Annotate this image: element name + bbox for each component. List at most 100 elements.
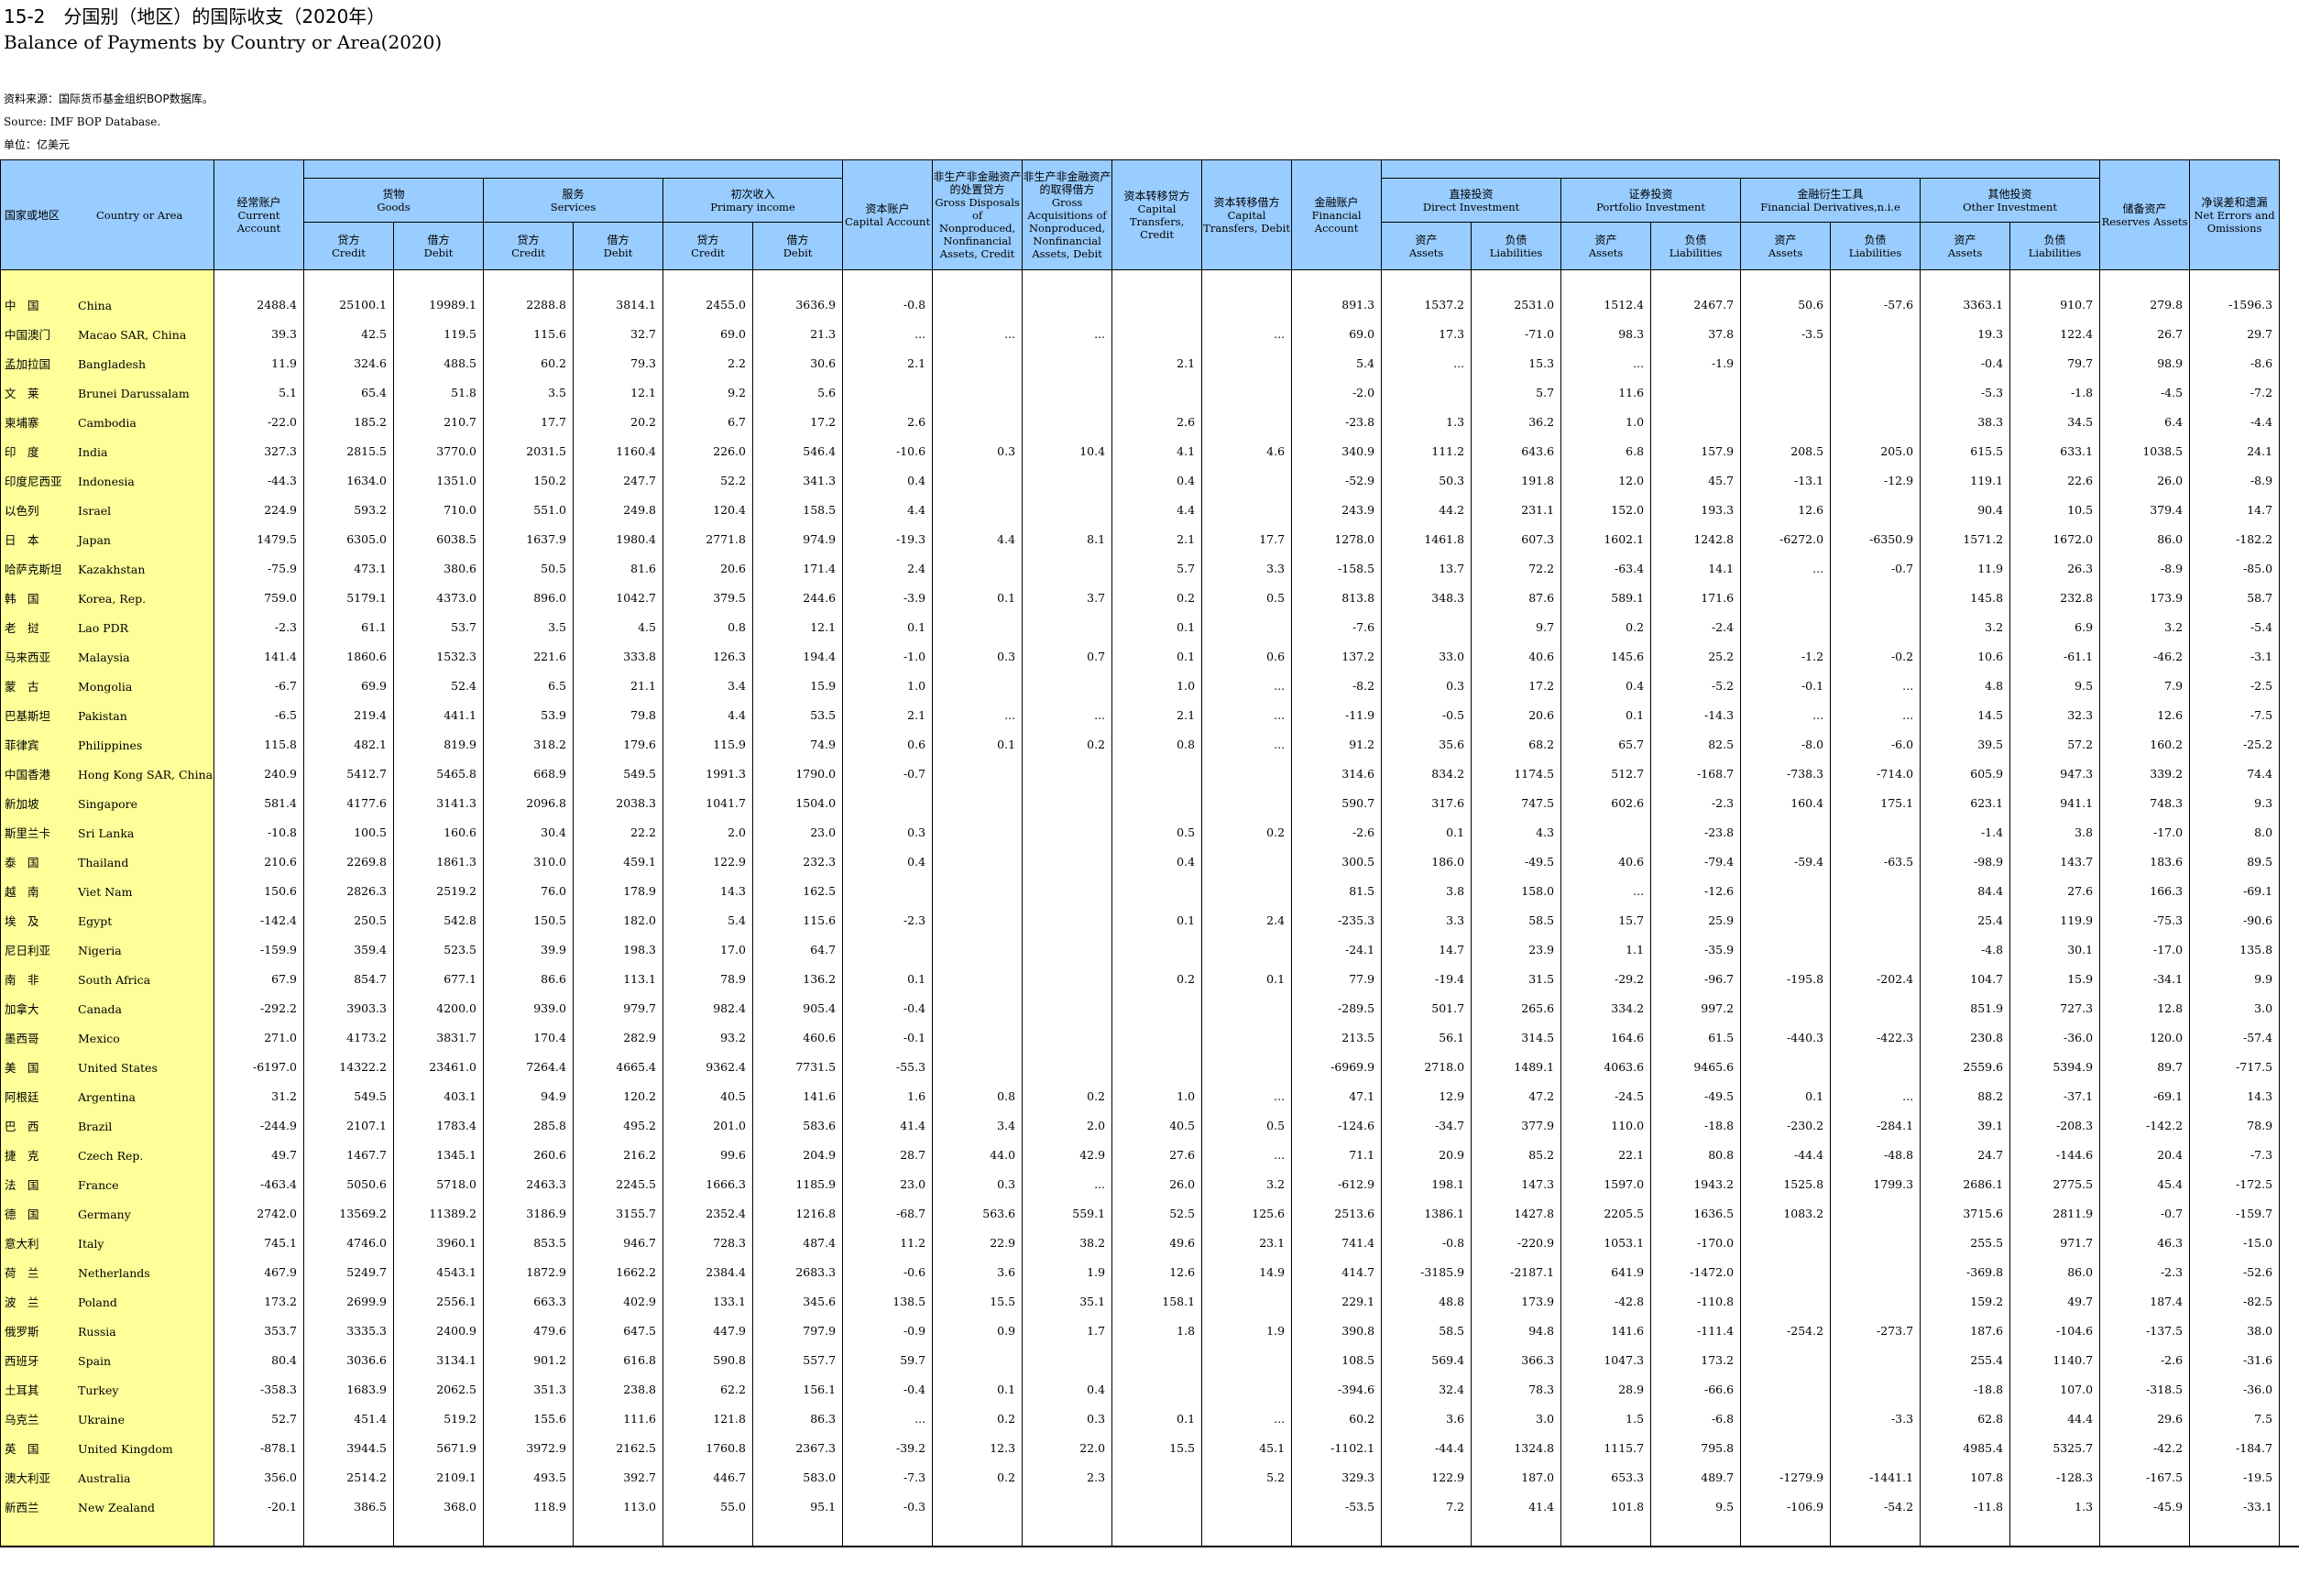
value-cell: 4373.0 [393, 583, 484, 613]
value-cell: ... [1830, 700, 1921, 730]
value-cell [1740, 1286, 1832, 1317]
value-cell: -106.9 [1740, 1492, 1832, 1522]
value-cell: 47.1 [1291, 1081, 1383, 1111]
value-cell: 191.8 [1471, 465, 1562, 496]
value-cell: 1.1 [1560, 935, 1652, 965]
value-cell: 590.8 [662, 1345, 753, 1375]
value-cell: -3.9 [842, 583, 934, 613]
value-cell: -717.5 [2189, 1052, 2281, 1082]
table-row: 马来西亚 Malaysia 141.4 1860.6 1532.3 221.6 333.8 1… [0, 641, 2299, 672]
value-cell: -273.7 [1830, 1316, 1921, 1346]
value-cell: 24.1 [2189, 436, 2281, 466]
value-cell: 204.9 [751, 1140, 844, 1170]
value-cell: 198.3 [573, 935, 663, 965]
value-cell: -1.0 [842, 641, 934, 672]
value-cell: 42.9 [1022, 1140, 1113, 1170]
value-cell [842, 876, 934, 906]
value-cell: -230.2 [1740, 1110, 1832, 1141]
value-cell: 5671.9 [393, 1433, 484, 1463]
value-cell: -1102.1 [1291, 1433, 1383, 1463]
value-cell [1201, 993, 1293, 1023]
value-cell: 14.3 [662, 876, 753, 906]
value-cell: 14.1 [1650, 553, 1742, 584]
value-cell: 473.1 [303, 553, 394, 584]
value-cell: 150.5 [483, 905, 574, 935]
value-cell: 1324.8 [1471, 1433, 1562, 1463]
value-cell: ... [932, 700, 1024, 730]
value-cell: 300.5 [1291, 847, 1383, 877]
value-cell: 0.3 [842, 817, 934, 847]
country-name-zh: 土耳其 [5, 1383, 39, 1397]
value-cell: 81.5 [1291, 876, 1383, 906]
value-cell: 38.0 [2189, 1316, 2281, 1346]
value-cell: 318.2 [483, 729, 574, 760]
value-cell: 173.2 [213, 1286, 304, 1317]
header-npa-acquisitions: 非生产非金融资产的取得借方 Gross Acquisitions of Nonpr… [1022, 159, 1113, 270]
country-name-zh: 中 国 [5, 299, 39, 312]
value-cell: -1596.3 [2189, 290, 2281, 320]
value-cell: 2.2 [662, 348, 753, 378]
value-cell: 3186.9 [483, 1198, 574, 1229]
country-cell: 马来西亚 Malaysia [0, 641, 214, 672]
country-name-en: Mexico [78, 1032, 120, 1045]
value-cell: 1427.8 [1471, 1198, 1562, 1229]
value-cell: -4.5 [2099, 377, 2191, 408]
value-cell [1650, 269, 1742, 290]
value-cell: 279.8 [2099, 290, 2191, 320]
value-cell: 3831.7 [393, 1022, 484, 1053]
value-cell: 3.0 [2189, 993, 2281, 1023]
header-other-assets: 资产 Assets [1920, 222, 2011, 270]
value-cell: 150.6 [213, 876, 304, 906]
value-cell: 0.2 [1560, 612, 1652, 642]
value-cell [1830, 905, 1921, 935]
value-cell: 126.3 [662, 641, 753, 672]
value-cell: 244.6 [751, 583, 844, 613]
value-cell: 14.5 [1920, 700, 2011, 730]
value-cell: 479.6 [483, 1316, 574, 1346]
value-cell: -3.3 [1830, 1404, 1921, 1434]
table-row: 巴 西 Brazil -244.9 2107.1 1783.4 285.8 495.2 201… [0, 1110, 2299, 1141]
value-cell: -6.5 [213, 700, 304, 730]
value-cell: 11.9 [213, 348, 304, 378]
value-cell: 0.1 [1201, 964, 1293, 994]
value-cell: 0.2 [1111, 964, 1203, 994]
value-cell [2279, 1521, 2299, 1547]
value-cell [1201, 495, 1293, 525]
country-name-zh: 文 莱 [5, 387, 39, 400]
value-cell: 345.6 [751, 1286, 844, 1317]
value-cell [1740, 1374, 1832, 1405]
value-cell: 25.9 [1650, 905, 1742, 935]
value-cell: 210.6 [213, 847, 304, 877]
value-cell: -63.5 [1830, 847, 1921, 877]
value-cell [483, 1521, 574, 1547]
value-cell: 6038.5 [393, 524, 484, 554]
value-cell: 340.9 [1291, 436, 1383, 466]
value-cell: 23461.0 [393, 1052, 484, 1082]
value-cell [213, 269, 304, 290]
value-cell: -25.2 [2189, 729, 2281, 760]
value-cell [1560, 1521, 1652, 1547]
country-name-en: New Zealand [78, 1501, 156, 1514]
value-cell: 4665.4 [573, 1052, 663, 1082]
value-cell: -39.2 [842, 1433, 934, 1463]
value-cell [1740, 583, 1832, 613]
value-cell: -7.5 [2189, 700, 2281, 730]
country-name-en: Viet Nam [78, 885, 133, 899]
value-cell: -42.8 [1560, 1286, 1652, 1317]
value-cell: 402.9 [573, 1286, 663, 1317]
value-cell: 910.7 [2009, 290, 2101, 320]
value-cell [1022, 1052, 1113, 1082]
value-cell: 2.4 [1201, 905, 1293, 935]
value-cell: 1980.4 [573, 524, 663, 554]
value-cell: ... [1022, 1169, 1113, 1199]
value-cell: 53.9 [483, 700, 574, 730]
value-cell [1560, 817, 1652, 847]
value-cell: 324.6 [303, 348, 394, 378]
value-cell: 905.4 [751, 993, 844, 1023]
value-cell: 5325.7 [2009, 1433, 2101, 1463]
value-cell: 255.4 [1920, 1345, 2011, 1375]
value-cell [842, 788, 934, 818]
value-cell: 2.1 [1111, 524, 1203, 554]
value-cell: -7.3 [2189, 1140, 2281, 1170]
value-cell: 7.5 [2189, 1404, 2281, 1434]
